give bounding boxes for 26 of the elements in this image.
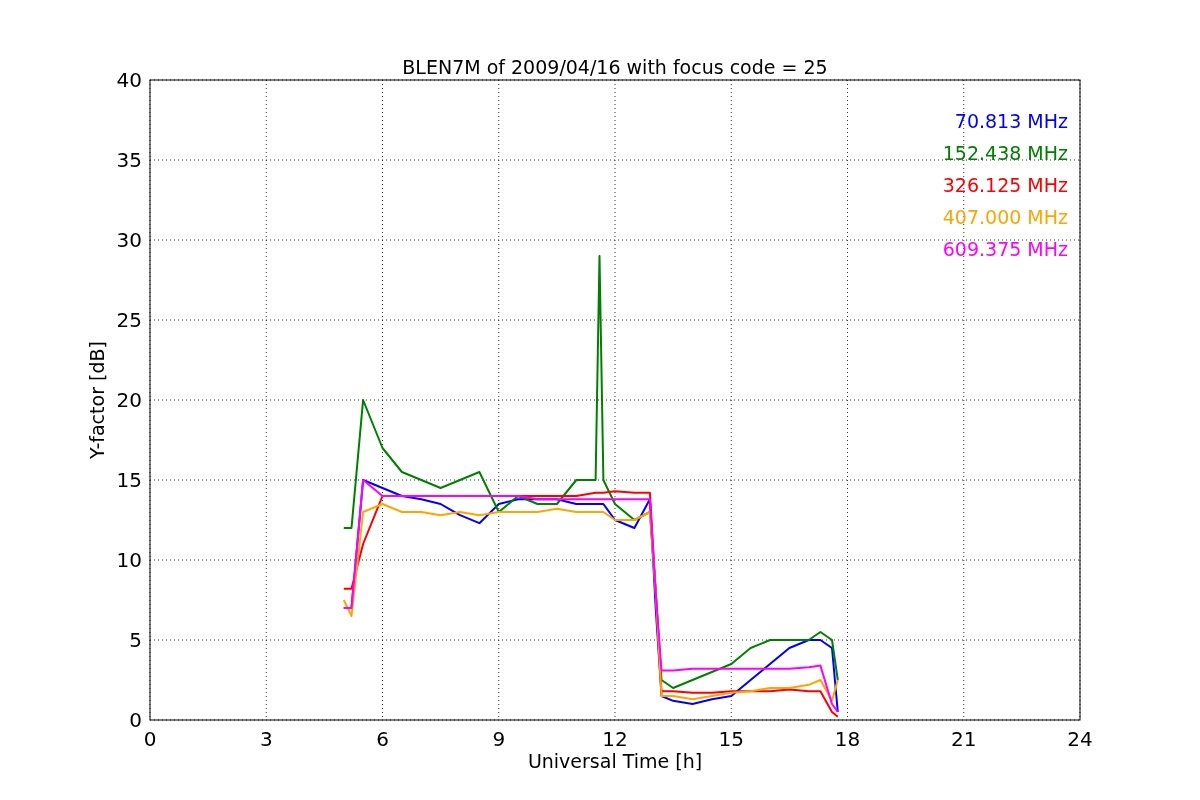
y-tick-label: 5 — [129, 628, 142, 652]
x-tick-label: 15 — [718, 727, 744, 751]
y-tick-label: 30 — [116, 228, 142, 252]
x-tick-label: 18 — [834, 727, 861, 751]
y-tick-label: 10 — [116, 548, 142, 572]
x-axis-label: Universal Time [h] — [527, 750, 703, 772]
x-tick-label: 24 — [1067, 727, 1093, 751]
y-tick-label: 25 — [116, 308, 142, 332]
y-axis-label: Y-factor [dB] — [86, 341, 108, 459]
y-tick-label: 0 — [129, 708, 142, 732]
x-tick-label: 12 — [602, 727, 628, 751]
x-tick-label: 0 — [143, 727, 157, 751]
legend-label: 70.813 MHz — [954, 110, 1068, 132]
x-tick-label: 3 — [259, 727, 273, 751]
y-tick-label: 15 — [116, 468, 142, 492]
y-tick-label: 40 — [116, 68, 142, 92]
y-tick-label: 20 — [116, 388, 142, 412]
legend-label: 326.125 MHz — [942, 174, 1068, 196]
chart-title: BLEN7M of 2009/04/16 with focus code = 25 — [402, 56, 828, 78]
x-tick-label: 6 — [376, 727, 389, 751]
legend-label: 609.375 MHz — [942, 238, 1068, 260]
legend-label: 407.000 MHz — [942, 206, 1068, 228]
x-tick-label: 9 — [492, 727, 506, 751]
y-tick-label: 35 — [116, 148, 142, 172]
legend-label: 152.438 MHz — [942, 142, 1068, 164]
x-tick-label: 21 — [951, 727, 977, 751]
